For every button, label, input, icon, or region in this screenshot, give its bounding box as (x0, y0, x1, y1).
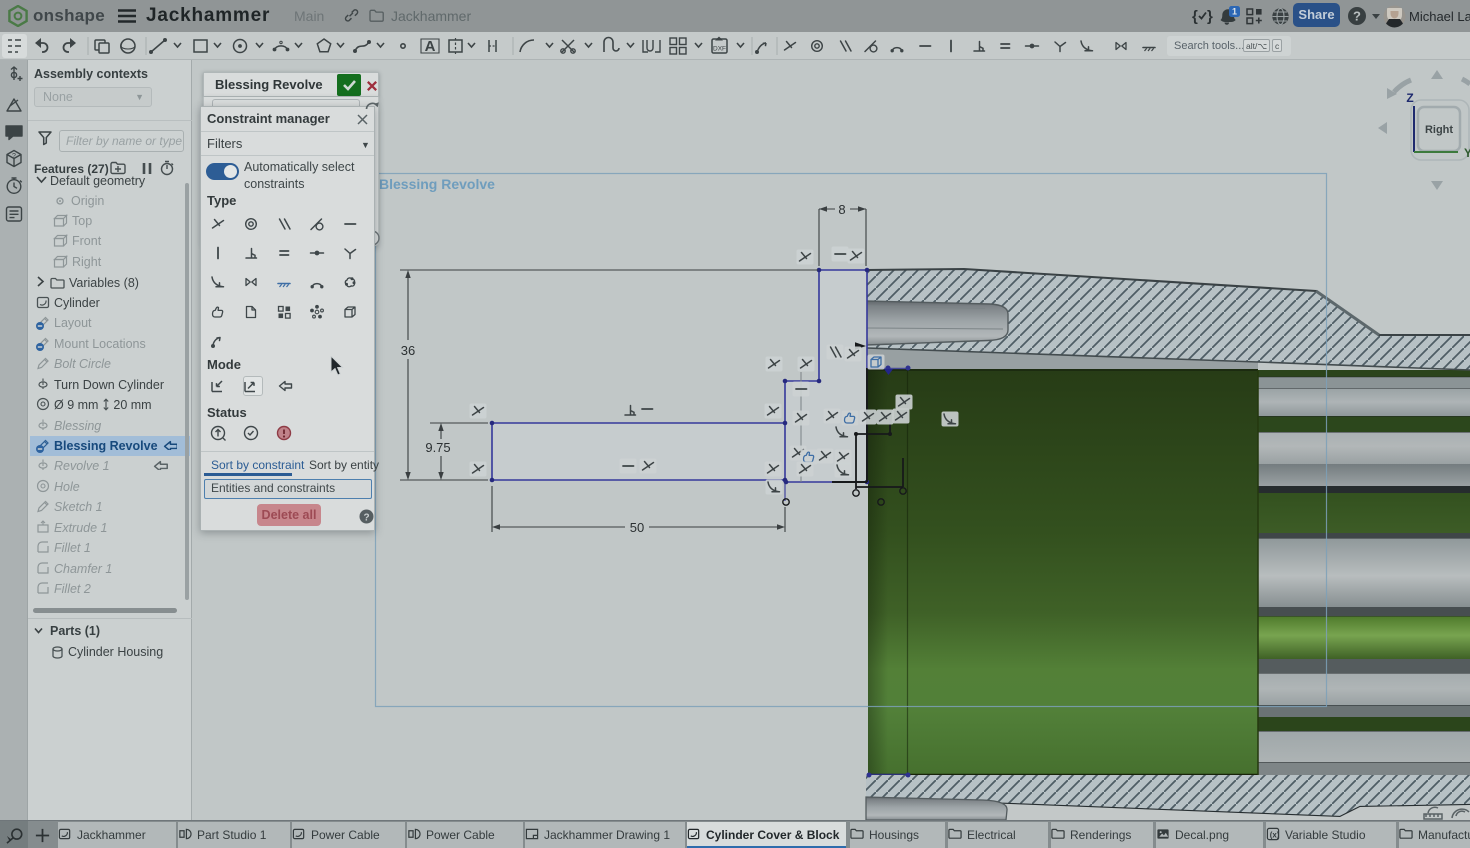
svg-text:(x): (x) (1270, 830, 1280, 839)
svg-text:?: ? (12, 153, 16, 160)
svg-text:DXF: DXF (713, 46, 726, 53)
svg-text:9.75: 9.75 (425, 440, 450, 455)
svg-text:1: 1 (1232, 7, 1237, 17)
svg-text:Y: Y (1464, 146, 1470, 160)
svg-text:36: 36 (401, 343, 415, 358)
svg-text:{: { (1192, 8, 1198, 25)
svg-text:8: 8 (838, 202, 845, 217)
svg-text:?: ? (1353, 9, 1361, 24)
svg-text:Z: Z (1406, 91, 1413, 105)
svg-text:}: } (1207, 8, 1213, 25)
svg-text:?: ? (363, 512, 369, 523)
svg-text:50: 50 (630, 520, 644, 535)
svg-text:Right: Right (1425, 124, 1453, 136)
svg-text:Blessing Revolve: Blessing Revolve (379, 176, 495, 192)
